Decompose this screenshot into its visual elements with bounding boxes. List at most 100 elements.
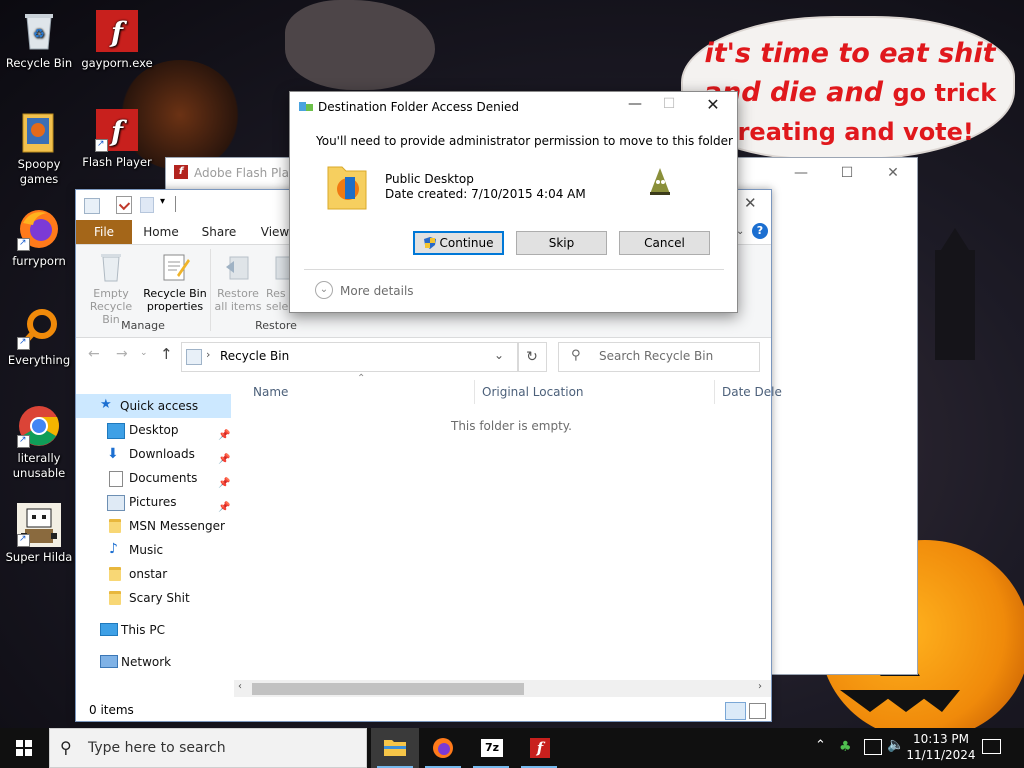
scroll-right-arrow-icon[interactable]: › (758, 681, 762, 692)
clock-time: 10:13 PM (913, 732, 969, 746)
forward-arrow-icon[interactable]: → (116, 346, 128, 362)
shortcut-arrow-icon (17, 335, 30, 350)
desktop-icon-flash-player[interactable]: f Flash Player (79, 108, 155, 170)
clock[interactable]: 10:13 PM 11/11/2024 (906, 731, 976, 763)
back-arrow-icon[interactable]: ← (88, 346, 100, 362)
column-header-original-location[interactable]: Original Location (482, 380, 584, 404)
refresh-icon[interactable]: ↻ (517, 342, 547, 372)
ribbon-group-separator (210, 249, 211, 331)
nav-item-this-pc[interactable]: This PC (76, 618, 234, 642)
maximize-button[interactable]: ☐ (824, 158, 870, 188)
close-button[interactable]: ✕ (870, 158, 916, 188)
column-header-date-deleted[interactable]: Date Dele (722, 380, 782, 404)
column-divider (714, 380, 715, 404)
folder-icon (326, 159, 368, 213)
desktop-icon-super-hilda[interactable]: Super Hilda (1, 503, 77, 565)
folder-icon (109, 591, 121, 605)
column-header-name[interactable]: Name (253, 380, 288, 404)
taskbar-app-7zip[interactable]: 7z (467, 728, 515, 768)
nav-item-scary-shit[interactable]: Scary Shit (76, 586, 234, 610)
nav-item-downloads[interactable]: ⬇ Downloads 📌 (76, 442, 234, 466)
address-bar[interactable]: › Recycle Bin ⌄ (181, 342, 519, 372)
chevron-down-icon[interactable]: ⌄ (315, 281, 333, 299)
customize-qat-icon[interactable]: ▾ (160, 196, 165, 207)
dialog-divider (304, 269, 724, 270)
continue-button[interactable]: Continue (413, 231, 504, 255)
scroll-left-arrow-icon[interactable]: ‹ (238, 681, 242, 692)
recycle-bin-small-icon (186, 349, 202, 365)
nav-item-documents[interactable]: Documents 📌 (76, 466, 234, 490)
nav-item-msn-messenger[interactable]: MSN Messenger (76, 514, 234, 538)
computer-icon (100, 623, 118, 636)
network-status-icon[interactable] (864, 739, 882, 755)
desktop-icon-literally-unusable[interactable]: literally unusable (1, 404, 77, 481)
restore-all-items-button[interactable]: Restore all items (212, 251, 264, 313)
download-arrow-icon: ⬇ (107, 446, 119, 462)
tab-file[interactable]: File (76, 220, 132, 244)
nav-item-desktop[interactable]: Desktop 📌 (76, 418, 234, 442)
item-name: Public Desktop (385, 172, 474, 186)
recent-locations-chevron-icon[interactable]: ⌄ (140, 348, 148, 358)
nav-item-pictures[interactable]: Pictures 📌 (76, 490, 234, 514)
search-icon: ⚲ (571, 348, 581, 363)
new-folder-qat-icon[interactable] (140, 197, 154, 213)
large-icons-view-icon[interactable] (749, 703, 766, 719)
horizontal-scrollbar[interactable]: ‹ › (234, 680, 771, 697)
close-button[interactable]: ✕ (698, 95, 728, 114)
folder-icon (109, 567, 121, 581)
desktop-icon-gayporn-exe[interactable]: f gayporn.exe (79, 9, 155, 71)
nav-item-quick-access[interactable]: ★ Quick access (76, 394, 231, 418)
item-date: Date created: 7/10/2015 4:04 AM (385, 187, 586, 201)
ribbon-group-manage: Manage (121, 319, 165, 332)
cancel-button[interactable]: Cancel (619, 231, 710, 255)
taskbar-app-firefox[interactable] (419, 728, 467, 768)
taskbar-app-file-explorer[interactable] (371, 728, 419, 768)
folder-icon (109, 519, 121, 533)
minimize-button[interactable]: — (620, 96, 650, 112)
more-details-link[interactable]: More details (340, 284, 414, 298)
address-dropdown-chevron-icon[interactable]: ⌄ (494, 348, 504, 362)
minimize-button[interactable]: — (778, 158, 824, 188)
desktop-icon (107, 423, 125, 439)
search-box[interactable]: ⚲ Search Recycle Bin (558, 342, 760, 372)
nav-item-music[interactable]: ♪ Music (76, 538, 234, 562)
help-icon[interactable]: ? (752, 223, 768, 239)
properties-qat-icon[interactable] (116, 196, 132, 214)
volume-icon[interactable]: 🔈 (887, 737, 904, 753)
breadcrumb[interactable]: Recycle Bin (220, 349, 289, 363)
desktop-icon-spoopy-games[interactable]: Spoopy games (1, 110, 77, 187)
start-button[interactable] (0, 728, 48, 768)
clock-date: 11/11/2024 (906, 748, 976, 762)
notifications-icon[interactable] (982, 739, 1001, 754)
tray-app-icon[interactable]: ♣ (839, 739, 855, 755)
skip-button[interactable]: Skip (516, 231, 607, 255)
firefox-icon (433, 738, 453, 758)
dialog-titlebar[interactable]: Destination Folder Access Denied — ☐ ✕ (290, 92, 737, 122)
nav-item-network[interactable]: Network (76, 650, 234, 674)
scrollbar-thumb[interactable] (252, 683, 524, 695)
desktop-icon-furryporn[interactable]: furryporn (1, 207, 77, 269)
tab-home[interactable]: Home (138, 220, 184, 244)
flash-player-title: Adobe Flash Playe (194, 166, 304, 180)
empty-recycle-bin-button[interactable]: Empty Recycle Bin (80, 251, 142, 326)
search-input[interactable]: Search Recycle Bin (599, 349, 713, 363)
nav-item-onstar[interactable]: onstar (76, 562, 234, 586)
close-button[interactable]: ✕ (744, 194, 757, 212)
recycle-bin-icon: ♻ (17, 9, 61, 53)
up-arrow-icon[interactable]: ↑ (160, 345, 173, 363)
taskbar-app-flash[interactable]: f (515, 728, 563, 768)
desktop-icon-recycle-bin[interactable]: ♻ Recycle Bin (1, 9, 77, 71)
details-view-icon[interactable] (725, 702, 746, 720)
taskbar-search[interactable]: ⚲ Type here to search (49, 728, 367, 768)
maximize-button[interactable]: ☐ (654, 96, 684, 112)
tab-share[interactable]: Share (196, 220, 242, 244)
taskbar-search-input[interactable]: Type here to search (88, 740, 226, 756)
recycle-bin-icon (95, 251, 127, 283)
wizard-hat-icon (646, 166, 674, 196)
access-denied-dialog[interactable]: Destination Folder Access Denied — ☐ ✕ Y… (289, 91, 738, 313)
recycle-bin-properties-button[interactable]: Recycle Bin properties (142, 251, 208, 313)
desktop-icon-everything[interactable]: Everything (1, 306, 77, 368)
tray-expand-chevron-icon[interactable]: ⌃ (815, 738, 826, 753)
star-icon: ★ (100, 397, 112, 412)
music-note-icon: ♪ (109, 541, 118, 557)
